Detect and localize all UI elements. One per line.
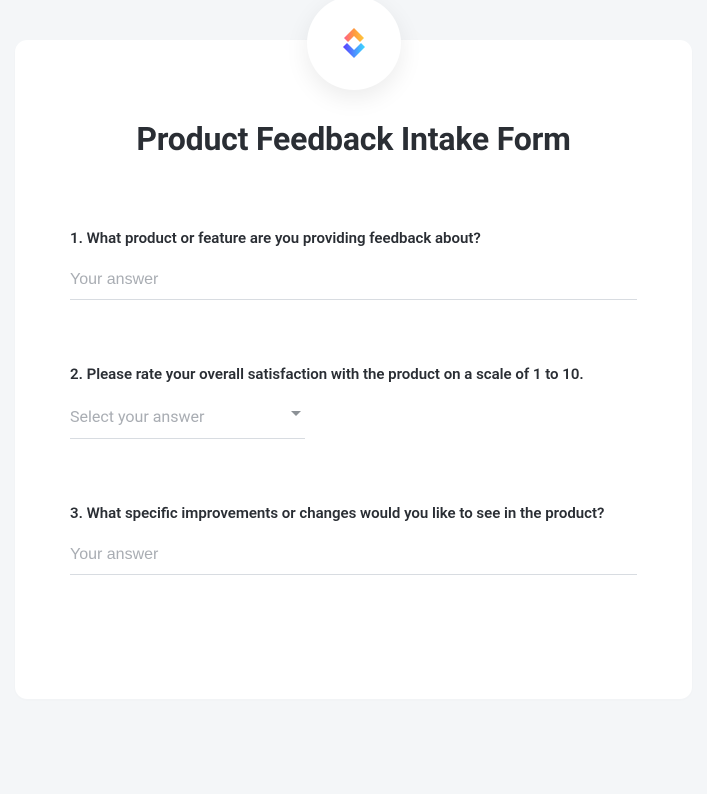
question-3: 3. What specific improvements or changes… [70,503,637,575]
question-2-select[interactable]: Select your answer [70,401,305,439]
question-1-input[interactable] [70,265,637,300]
select-placeholder: Select your answer [70,407,204,426]
question-1: 1. What product or feature are you provi… [70,228,637,300]
question-3-input[interactable] [70,540,637,575]
question-2-label: 2. Please rate your overall satisfaction… [70,364,637,385]
form-card: Product Feedback Intake Form 1. What pro… [15,40,692,699]
question-1-label: 1. What product or feature are you provi… [70,228,637,249]
question-3-label: 3. What specific improvements or changes… [70,503,637,524]
chevron-down-icon [291,411,301,416]
clickup-logo-icon [334,23,374,63]
form-title: Product Feedback Intake Form [70,120,637,158]
question-2: 2. Please rate your overall satisfaction… [70,364,637,439]
logo-container [307,0,401,90]
